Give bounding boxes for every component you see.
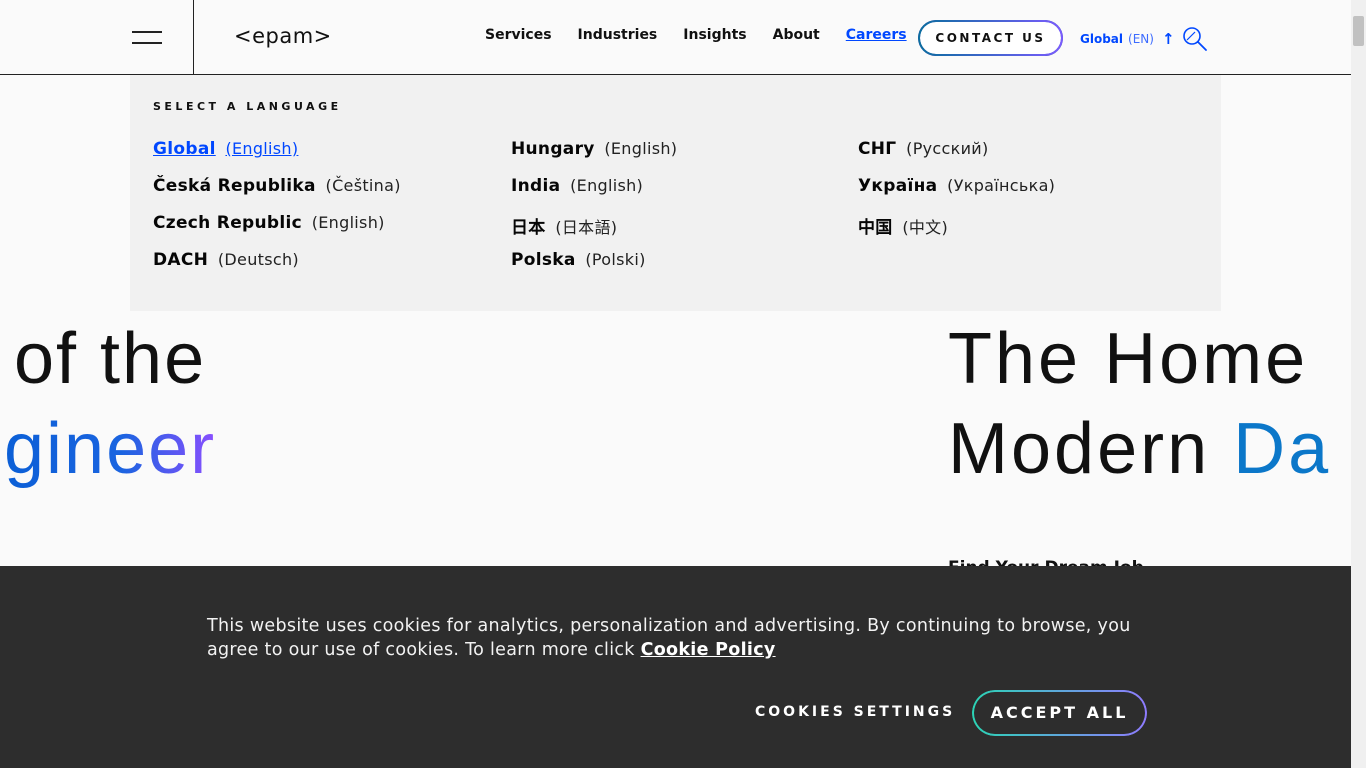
language-name: (Русский)	[906, 139, 989, 158]
language-selector-panel: SELECT A LANGUAGE Global (English) Česká…	[130, 75, 1221, 311]
hero-left-line-1: of the	[14, 319, 207, 399]
language-country: Global	[153, 139, 216, 159]
nav-industries[interactable]: Industries	[578, 27, 658, 43]
language-switcher[interactable]: Global (EN) ↑	[1080, 30, 1175, 48]
language-name: (English)	[604, 139, 678, 158]
language-column-1: Global (English) Česká Republika (Češtin…	[153, 139, 401, 287]
language-country: 日本	[511, 218, 546, 238]
language-option-ukraine[interactable]: Україна (Українська)	[858, 176, 1055, 213]
language-name: (English)	[311, 213, 385, 232]
hero-right-line-1: The Home	[948, 319, 1309, 399]
hero-left-line-2: gineer	[4, 409, 217, 489]
language-name: (English)	[570, 176, 644, 195]
language-name: (Українська)	[947, 176, 1056, 195]
language-country: СНГ	[858, 139, 897, 159]
language-option-polska[interactable]: Polska (Polski)	[511, 250, 677, 287]
arrow-up-icon: ↑	[1161, 30, 1175, 48]
language-option-india[interactable]: India (English)	[511, 176, 677, 213]
language-name: (Deutsch)	[217, 250, 299, 269]
accept-all-button[interactable]: ACCEPT ALL	[972, 690, 1147, 736]
hero-right-line-2: Modern Da	[948, 408, 1331, 490]
cookie-message: This website uses cookies for analytics,…	[207, 614, 1167, 662]
language-name: (日本語)	[555, 218, 618, 237]
language-option-global[interactable]: Global (English)	[153, 139, 401, 176]
language-option-cis[interactable]: СНГ (Русский)	[858, 139, 1055, 176]
main-nav: Services Industries Insights About Caree…	[472, 27, 920, 43]
nav-careers[interactable]: Careers	[846, 27, 907, 43]
menu-icon-line	[132, 42, 162, 44]
language-option-ceska-republika[interactable]: Česká Republika (Čeština)	[153, 176, 401, 213]
language-country: Polska	[511, 250, 576, 270]
language-country: Україна	[858, 176, 938, 196]
contact-us-button[interactable]: CONTACT US	[918, 20, 1063, 56]
hamburger-menu-button[interactable]	[0, 0, 194, 74]
cookie-policy-link[interactable]: Cookie Policy	[641, 640, 776, 660]
language-column-3: СНГ (Русский) Україна (Українська) 中国 (中…	[858, 139, 1055, 250]
cookies-settings-button[interactable]: COOKIES SETTINGS	[755, 704, 955, 720]
search-icon[interactable]	[1182, 26, 1208, 52]
language-country: Hungary	[511, 139, 595, 159]
language-option-china[interactable]: 中国 (中文)	[858, 213, 1055, 250]
hero-right-line-2-plain: Modern	[948, 409, 1234, 489]
language-option-dach[interactable]: DACH (Deutsch)	[153, 250, 401, 287]
language-country: India	[511, 176, 561, 196]
page-scrollbar[interactable]	[1351, 0, 1366, 768]
language-name: (Čeština)	[325, 176, 401, 195]
language-name: (中文)	[902, 218, 949, 237]
site-header: <epam> Services Industries Insights Abou…	[0, 0, 1351, 75]
language-option-japan[interactable]: 日本 (日本語)	[511, 213, 677, 250]
scrollbar-thumb[interactable]	[1353, 16, 1364, 46]
menu-icon-line	[132, 31, 162, 33]
language-panel-title: SELECT A LANGUAGE	[153, 100, 342, 113]
language-switcher-region: Global	[1080, 32, 1124, 46]
nav-services[interactable]: Services	[485, 27, 552, 43]
nav-about[interactable]: About	[773, 27, 820, 43]
language-country: Czech Republic	[153, 213, 302, 233]
language-name: (Polski)	[585, 250, 646, 269]
epam-logo[interactable]: <epam>	[234, 24, 332, 48]
language-country: Česká Republika	[153, 176, 316, 196]
hero-right-line-2-accent: Da	[1233, 409, 1332, 489]
cookie-banner: This website uses cookies for analytics,…	[0, 566, 1351, 768]
language-column-2: Hungary (English) India (English) 日本 (日本…	[511, 139, 677, 287]
language-country: 中国	[858, 218, 893, 238]
language-option-hungary[interactable]: Hungary (English)	[511, 139, 677, 176]
language-option-czech-republic[interactable]: Czech Republic (English)	[153, 213, 401, 250]
language-switcher-code: (EN)	[1128, 32, 1154, 46]
language-name: (English)	[225, 139, 299, 158]
nav-insights[interactable]: Insights	[683, 27, 746, 43]
language-country: DACH	[153, 250, 209, 270]
